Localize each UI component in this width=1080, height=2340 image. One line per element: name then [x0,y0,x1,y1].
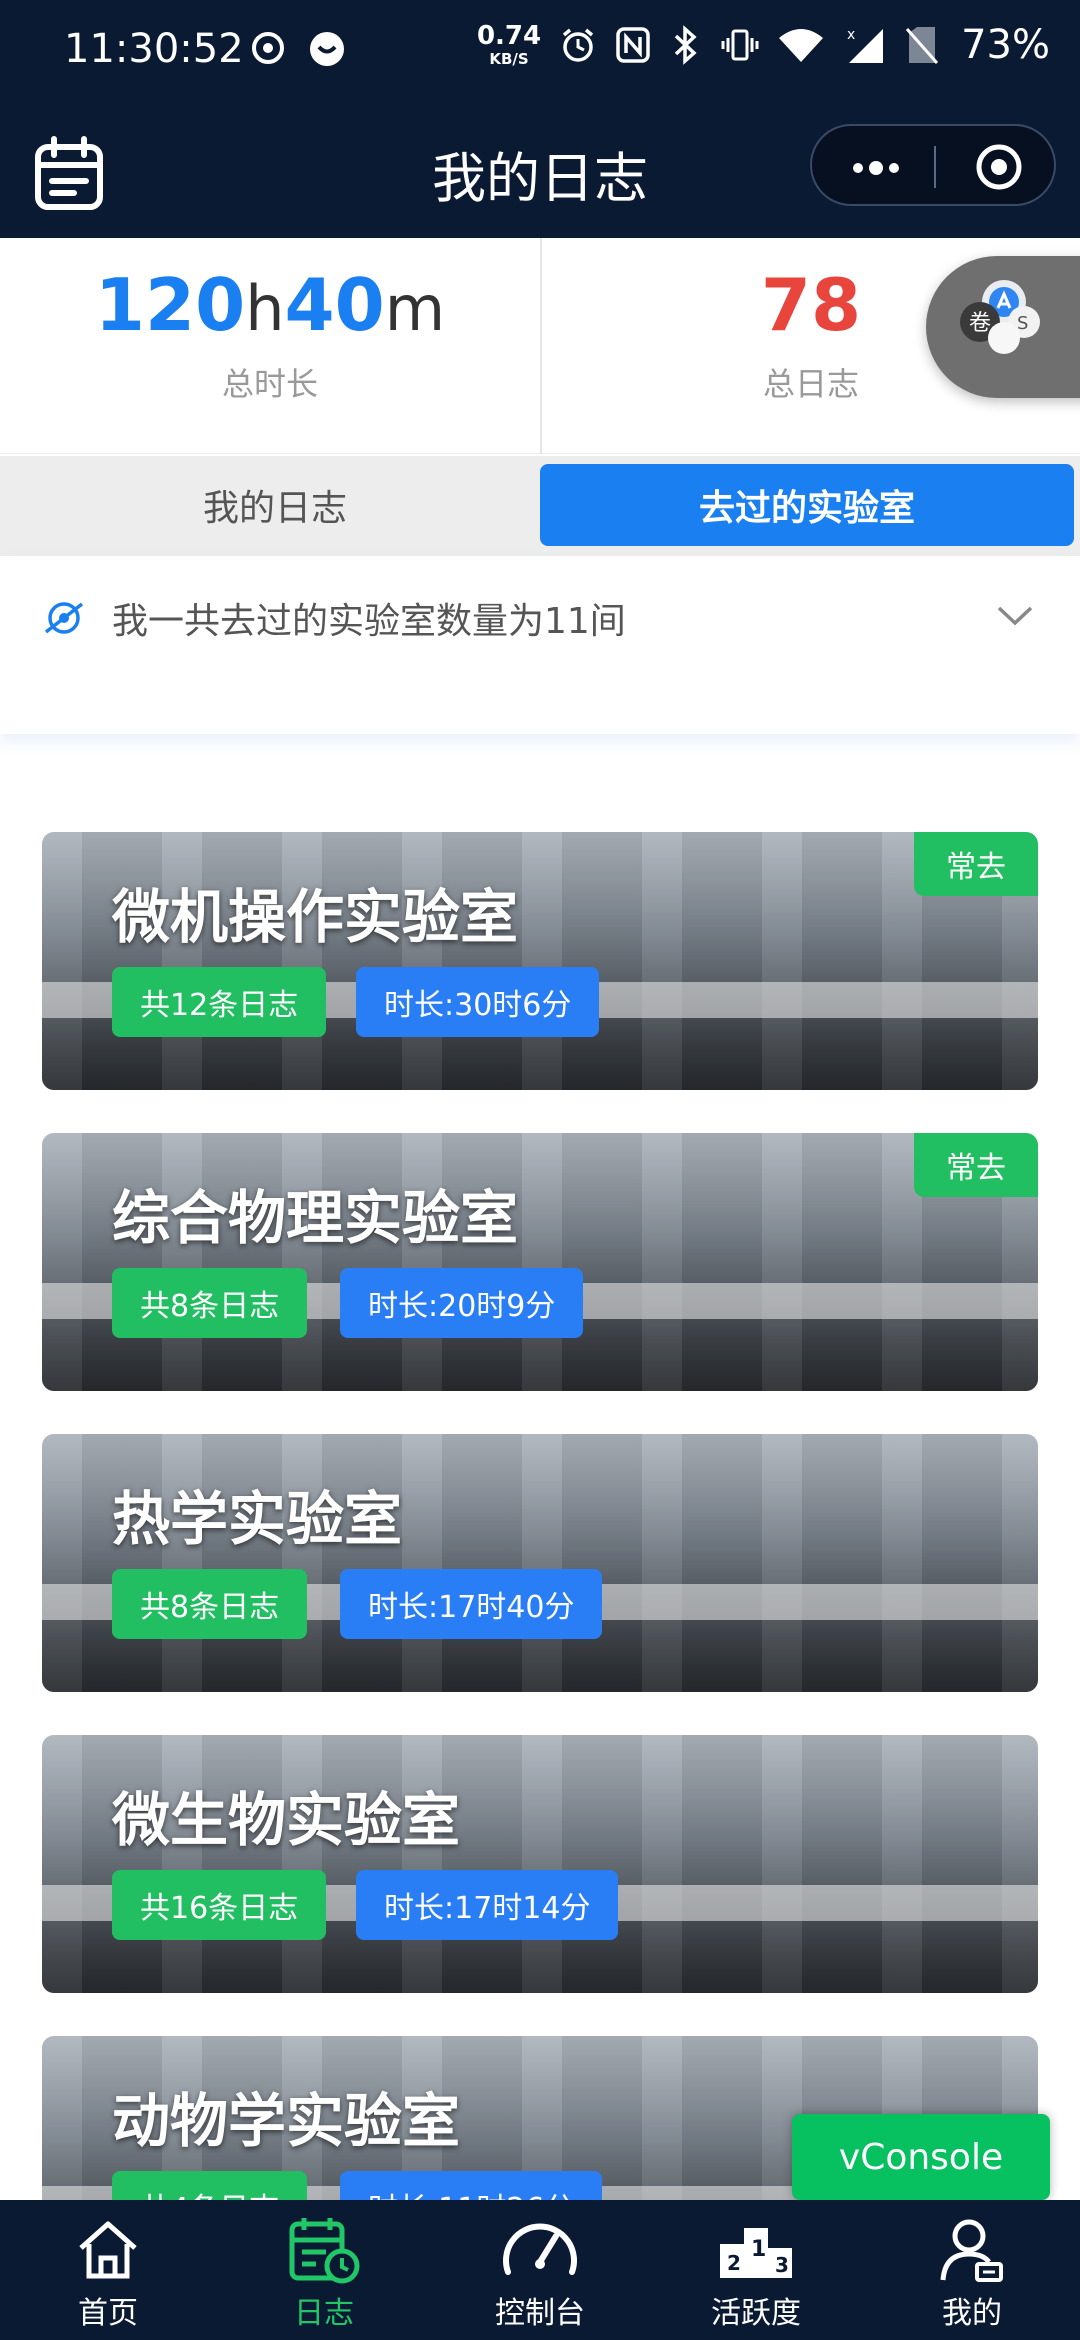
svg-text:1: 1 [751,2237,766,2262]
app-cluster-icon: 卷 S [960,280,1040,354]
signal-icon: x [847,27,884,63]
tabbar-label: 我的 [942,2296,1002,2331]
log-calendar-icon [289,2218,360,2284]
tabbar-label: 日志 [294,2296,354,2331]
lab-count-summary[interactable]: 我一共去过的实验室数量为11间 [0,556,1080,734]
duration-badge: 时长:17时40分 [340,1569,603,1639]
svg-text:S: S [1017,313,1028,334]
smile-app-icon [310,32,344,66]
wifi-icon [779,29,824,62]
tabbar-item-home[interactable]: 首页 [0,2200,216,2340]
alarm-icon [562,28,594,62]
svg-text:x: x [847,27,855,43]
tabbar-label: 控制台 [495,2296,585,2331]
bottom-tab-bar: 首页 日志 控制台 2 1 3 活跃度 我的 [0,2200,1080,2340]
lab-name: 动物学实验室 [112,2087,461,2155]
tabbar-item-log[interactable]: 日志 [216,2200,432,2340]
duration-badge: 时长:11时26分 [340,2171,603,2200]
lab-list: 微机操作实验室 共12条日志 时长:30时6分 常去 综合物理实验室 共8条日志… [0,740,1080,2200]
home-icon [79,2221,137,2279]
battery-percent: 73% [961,22,1050,68]
user-icon [940,2219,1003,2282]
duration-badge: 时长:20时9分 [340,1268,584,1338]
log-count-badge: 共8条日志 [112,1268,308,1338]
frequent-tag: 常去 [914,832,1038,896]
svg-text:2: 2 [727,2251,741,2275]
no-sim-icon [905,27,939,64]
total-duration-stat: 120h40m 总时长 [0,238,540,454]
tabbar-label: 首页 [78,2296,138,2331]
close-target-icon[interactable] [974,142,1024,192]
bluetooth-icon [674,25,697,65]
status-bar: 11:30:52 0.74 KB/S x 73% [0,0,1080,100]
svg-text:卷: 卷 [969,311,991,336]
title-bar: 我的日志 [0,110,1080,230]
lab-card[interactable]: 综合物理实验室 共8条日志 时长:20时9分 常去 [42,1133,1038,1391]
net-speed: 0.74 KB/S [477,23,541,67]
satellite-icon [44,602,84,634]
duration-badge: 时长:17时14分 [356,1870,619,1940]
status-right-icons: 0.74 KB/S x 73% [477,22,1050,68]
segment-tabs: 我的日志 去过的实验室 [0,456,1080,556]
log-count-badge: 共12条日志 [112,967,327,1037]
status-time: 11:30:52 [64,26,244,72]
tabbar-item-mine[interactable]: 我的 [864,2200,1080,2340]
tab-my-logs[interactable]: 我的日志 [8,464,542,546]
nfc-icon [616,27,650,63]
lab-card[interactable]: 微机操作实验室 共12条日志 时长:30时6分 常去 [42,832,1038,1090]
chevron-down-icon[interactable] [996,604,1034,628]
tabbar-label: 活跃度 [711,2296,801,2331]
log-count-badge: 共16条日志 [112,1870,327,1940]
tabbar-item-activity[interactable]: 2 1 3 活跃度 [648,2200,864,2340]
log-count-badge: 共8条日志 [112,1569,308,1639]
vconsole-button[interactable]: vConsole [792,2114,1050,2200]
podium-icon: 2 1 3 [720,2228,792,2278]
more-icon[interactable] [848,148,904,188]
total-hours-number: 120 [94,263,246,347]
tabbar-item-console[interactable]: 控制台 [432,2200,648,2340]
lab-card[interactable]: 热学实验室 共8条日志 时长:17时40分 [42,1434,1038,1692]
total-duration-value: 120h40m [0,263,540,347]
net-speed-value: 0.74 [476,21,542,51]
net-speed-unit: KB/S [489,50,529,68]
svg-text:3: 3 [775,2253,789,2277]
floating-app-widget[interactable]: 卷 S [926,256,1080,398]
log-count-badge: 共4条日志 [112,2171,308,2200]
lab-name: 微机操作实验室 [112,883,519,951]
top-bar: 11:30:52 0.74 KB/S x 73% 我的日志 [0,0,1080,238]
stats-panel: 120h40m 总时长 78 总日志 [0,238,1080,454]
total-duration-label: 总时长 [221,365,318,404]
lab-count-text: 我一共去过的实验室数量为11间 [112,601,626,642]
lab-card[interactable]: 微生物实验室 共16条日志 时长:17时14分 [42,1735,1038,1993]
lab-name: 综合物理实验室 [112,1184,519,1252]
mini-program-capsule [810,124,1056,206]
status-left-icons [250,30,346,68]
gauge-icon [503,2223,577,2275]
spiral-app-icon [252,32,284,64]
total-minutes-number: 40 [284,263,385,347]
total-minutes-unit: m [384,272,446,345]
capsule-divider [934,146,936,188]
duration-badge: 时长:30时6分 [356,967,600,1037]
tab-visited-labs[interactable]: 去过的实验室 [540,464,1074,546]
frequent-tag: 常去 [914,1133,1038,1197]
lab-name: 热学实验室 [112,1485,403,1553]
total-hours-unit: h [245,272,285,345]
lab-name: 微生物实验室 [112,1786,461,1854]
vibrate-icon [721,29,759,61]
